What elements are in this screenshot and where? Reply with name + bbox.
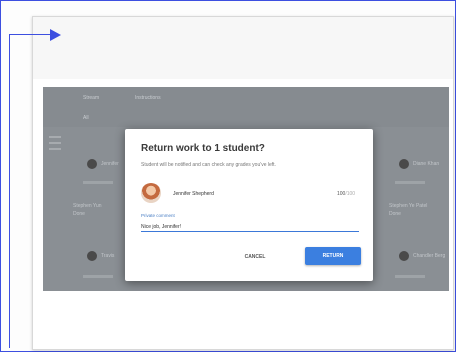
student-name: Stephen Ye Patel — [389, 203, 428, 209]
student-name: Jennifer Shepherd — [173, 191, 214, 197]
strip-line — [49, 136, 61, 138]
screenshot-card: Stream Instructions All Jennifer Stephen… — [32, 16, 454, 350]
cancel-button[interactable]: CANCEL — [235, 249, 275, 265]
callout-arrow-icon — [50, 29, 61, 41]
private-comment-label: Private comment — [141, 213, 175, 218]
student-name: Stephen Yun — [73, 203, 102, 209]
return-work-dialog: Return work to 1 student? Student will b… — [125, 129, 373, 281]
student-row-bar — [395, 275, 425, 278]
student-name: Chandler Berg — [413, 253, 446, 259]
student-name: Travis — [101, 253, 115, 259]
filter-all[interactable]: All — [83, 115, 89, 121]
left-side-strip — [43, 132, 65, 172]
grade-display: 100/100 — [337, 191, 355, 197]
callout-line — [9, 34, 51, 35]
student-name: Jennifer — [101, 161, 119, 167]
strip-line — [49, 148, 61, 150]
student-row-bar — [83, 275, 113, 278]
student-avatar — [141, 183, 161, 203]
card-top-area — [33, 17, 453, 79]
private-comment-input[interactable] — [141, 222, 359, 232]
student-avatar — [87, 251, 97, 261]
student-avatar — [399, 159, 409, 169]
callout-line — [9, 34, 10, 348]
strip-line — [49, 142, 61, 144]
student-row-bar — [83, 181, 113, 184]
grade-denominator: /100 — [345, 191, 356, 197]
return-button[interactable]: RETURN — [305, 247, 361, 265]
student-avatar — [399, 251, 409, 261]
classroom-screenshot: Stream Instructions All Jennifer Stephen… — [43, 87, 449, 291]
dialog-title: Return work to 1 student? — [141, 143, 265, 154]
student-name: Diane Khan — [413, 161, 440, 167]
student-status: Done — [73, 211, 85, 217]
student-row-bar — [395, 181, 425, 184]
tab-stream[interactable]: Stream — [83, 95, 99, 101]
student-status: Done — [389, 211, 401, 217]
tab-instructions[interactable]: Instructions — [135, 95, 161, 101]
student-avatar — [87, 159, 97, 169]
classroom-header: Stream Instructions All — [43, 87, 449, 127]
dialog-subtitle: Student will be notified and can check a… — [141, 162, 276, 168]
